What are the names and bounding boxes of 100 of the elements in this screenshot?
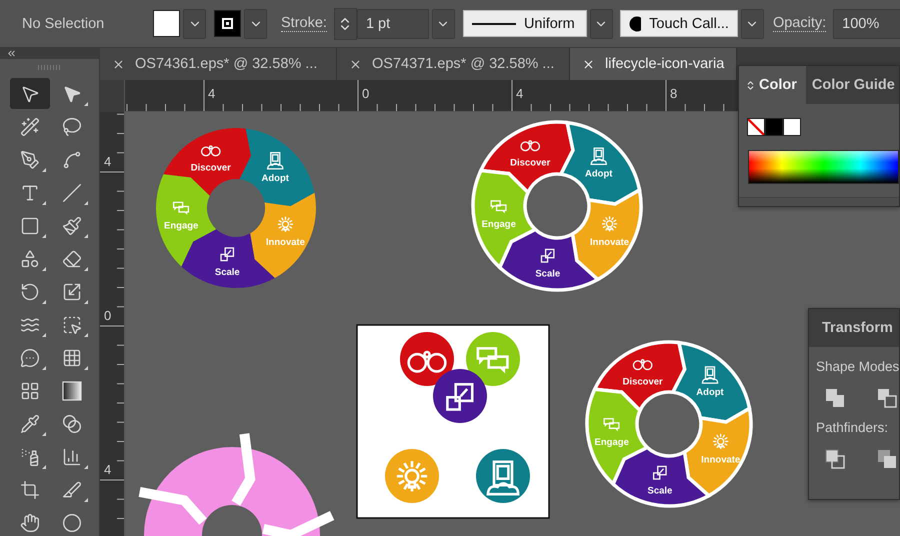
minus-front-squares-icon[interactable] [877, 388, 897, 408]
crop-icon [20, 480, 40, 500]
lasso-icon [62, 116, 82, 136]
dropdown-button[interactable] [244, 8, 267, 38]
pen-nib-icon [20, 150, 40, 170]
chat-bubbles-icon [604, 418, 620, 432]
ruler-label: 4 [516, 87, 524, 101]
knife-icon [62, 480, 82, 500]
close-icon[interactable] [582, 58, 595, 70]
circle-icon [62, 512, 82, 532]
dropdown-button[interactable] [590, 8, 613, 38]
color-swatch[interactable] [765, 118, 783, 136]
selection-status: No Selection [22, 16, 106, 32]
panel-tab[interactable]: Color [739, 66, 806, 104]
segment-label: Adopt [585, 168, 612, 180]
hand-icon [20, 512, 40, 532]
unite-squares-icon[interactable] [825, 388, 845, 408]
eraser-icon [62, 248, 82, 268]
up-down-chevrons-icon [745, 80, 756, 90]
divide-squares-icon[interactable] [825, 449, 845, 469]
binoculars-icon [632, 359, 652, 370]
segment-label: Discover [510, 157, 550, 168]
fill-swatch[interactable] [153, 10, 180, 37]
dropdown-button[interactable] [183, 8, 206, 38]
pointer-icon [20, 84, 40, 104]
ruler-label: 4 [104, 155, 112, 169]
tab-title: lifecycle-icon-varia [605, 56, 724, 72]
tablet-cloud-icon [590, 148, 607, 166]
dropdown-button[interactable] [432, 8, 455, 38]
bar-chart-icon [62, 446, 82, 466]
chat-bubbles-icon [490, 200, 507, 214]
blend-icon [62, 414, 82, 434]
none-swatch[interactable] [747, 118, 765, 136]
tab-title: OS74371.eps* @ 32.58% ... [372, 56, 554, 72]
eyedropper-icon [20, 414, 40, 434]
rotate-icon [20, 282, 40, 302]
binoculars-icon [520, 140, 540, 152]
magic-wand-icon [20, 116, 40, 136]
tool-button[interactable] [10, 78, 50, 109]
segment-label: Engage [164, 220, 198, 232]
overlapping-squares-icon [446, 383, 474, 411]
panel-tab[interactable]: Transform [809, 309, 899, 347]
trim-squares-icon[interactable] [877, 449, 897, 469]
scale-icon [62, 282, 82, 302]
light-bulb-icon [396, 461, 428, 492]
tablet-cloud-icon [267, 152, 284, 170]
tiles-icon [20, 380, 40, 400]
opacity-field[interactable]: 100% [833, 8, 900, 38]
color-swatch[interactable] [783, 118, 801, 136]
panel-tab[interactable]: Color Guide [806, 66, 899, 104]
gradient-icon [62, 380, 82, 400]
light-bulb-icon [602, 216, 618, 232]
light-bulb-icon [713, 434, 728, 449]
panel-tab-label: Color Guide [812, 77, 895, 93]
brush-dropdown[interactable]: Touch Call... [620, 10, 738, 37]
binoculars-icon [407, 350, 447, 373]
segment-label: Innovate [266, 237, 305, 248]
color-spectrum[interactable] [748, 150, 899, 184]
stroke-label: Stroke: [281, 15, 327, 32]
close-icon[interactable] [112, 58, 125, 70]
segment-label: Discover [622, 376, 663, 388]
opacity-label: Opacity: [772, 15, 826, 32]
binoculars-icon [200, 145, 221, 156]
dashed-square-pointer-icon [62, 314, 82, 334]
segment-label: Engage [482, 219, 516, 230]
shape-modes-label: Shape Modes [816, 359, 899, 374]
segment-label: Innovate [590, 236, 630, 248]
segment-label: Discover [190, 162, 231, 174]
segment-label: Scale [214, 266, 240, 278]
spray-can-icon [20, 446, 40, 466]
speech-bubble-icon [20, 348, 40, 368]
square-icon [20, 216, 40, 236]
stroke-profile-dropdown[interactable]: Uniform [462, 10, 587, 37]
stroke-weight-field[interactable]: 1 pt [356, 8, 429, 38]
segment-label: Scale [648, 485, 672, 496]
overlapping-squares-icon [220, 247, 234, 262]
document-tab[interactable]: OS74371.eps* @ 32.58% ... [337, 48, 570, 80]
stepper-button[interactable] [334, 8, 357, 40]
line-icon [472, 22, 516, 26]
ruler-label: 4 [104, 463, 112, 477]
ruler-label: 8 [670, 87, 678, 101]
grid-icon [62, 348, 82, 368]
shapes-icon [20, 248, 40, 268]
chat-bubbles-icon [172, 202, 190, 215]
close-icon[interactable] [349, 58, 362, 70]
collapse-icon[interactable] [6, 48, 17, 59]
segment-label: Adopt [262, 172, 289, 184]
light-bulb-icon [278, 216, 293, 232]
panel-tab-label: Color [759, 77, 797, 93]
ruler-label: 0 [362, 87, 370, 101]
segment-label: Adopt [696, 387, 724, 398]
tab-title: OS74361.eps* @ 32.58% ... [135, 56, 318, 72]
stroke-swatch[interactable] [214, 10, 241, 37]
chat-bubbles-icon [476, 347, 509, 374]
curve-icon [62, 150, 82, 170]
dropdown-button[interactable] [740, 8, 764, 38]
paintbrush-icon [62, 216, 82, 236]
document-tab[interactable]: OS74361.eps* @ 32.58% ... [100, 48, 337, 80]
tablet-cloud-icon [702, 366, 718, 384]
document-tab[interactable]: lifecycle-icon-varia [570, 48, 737, 80]
